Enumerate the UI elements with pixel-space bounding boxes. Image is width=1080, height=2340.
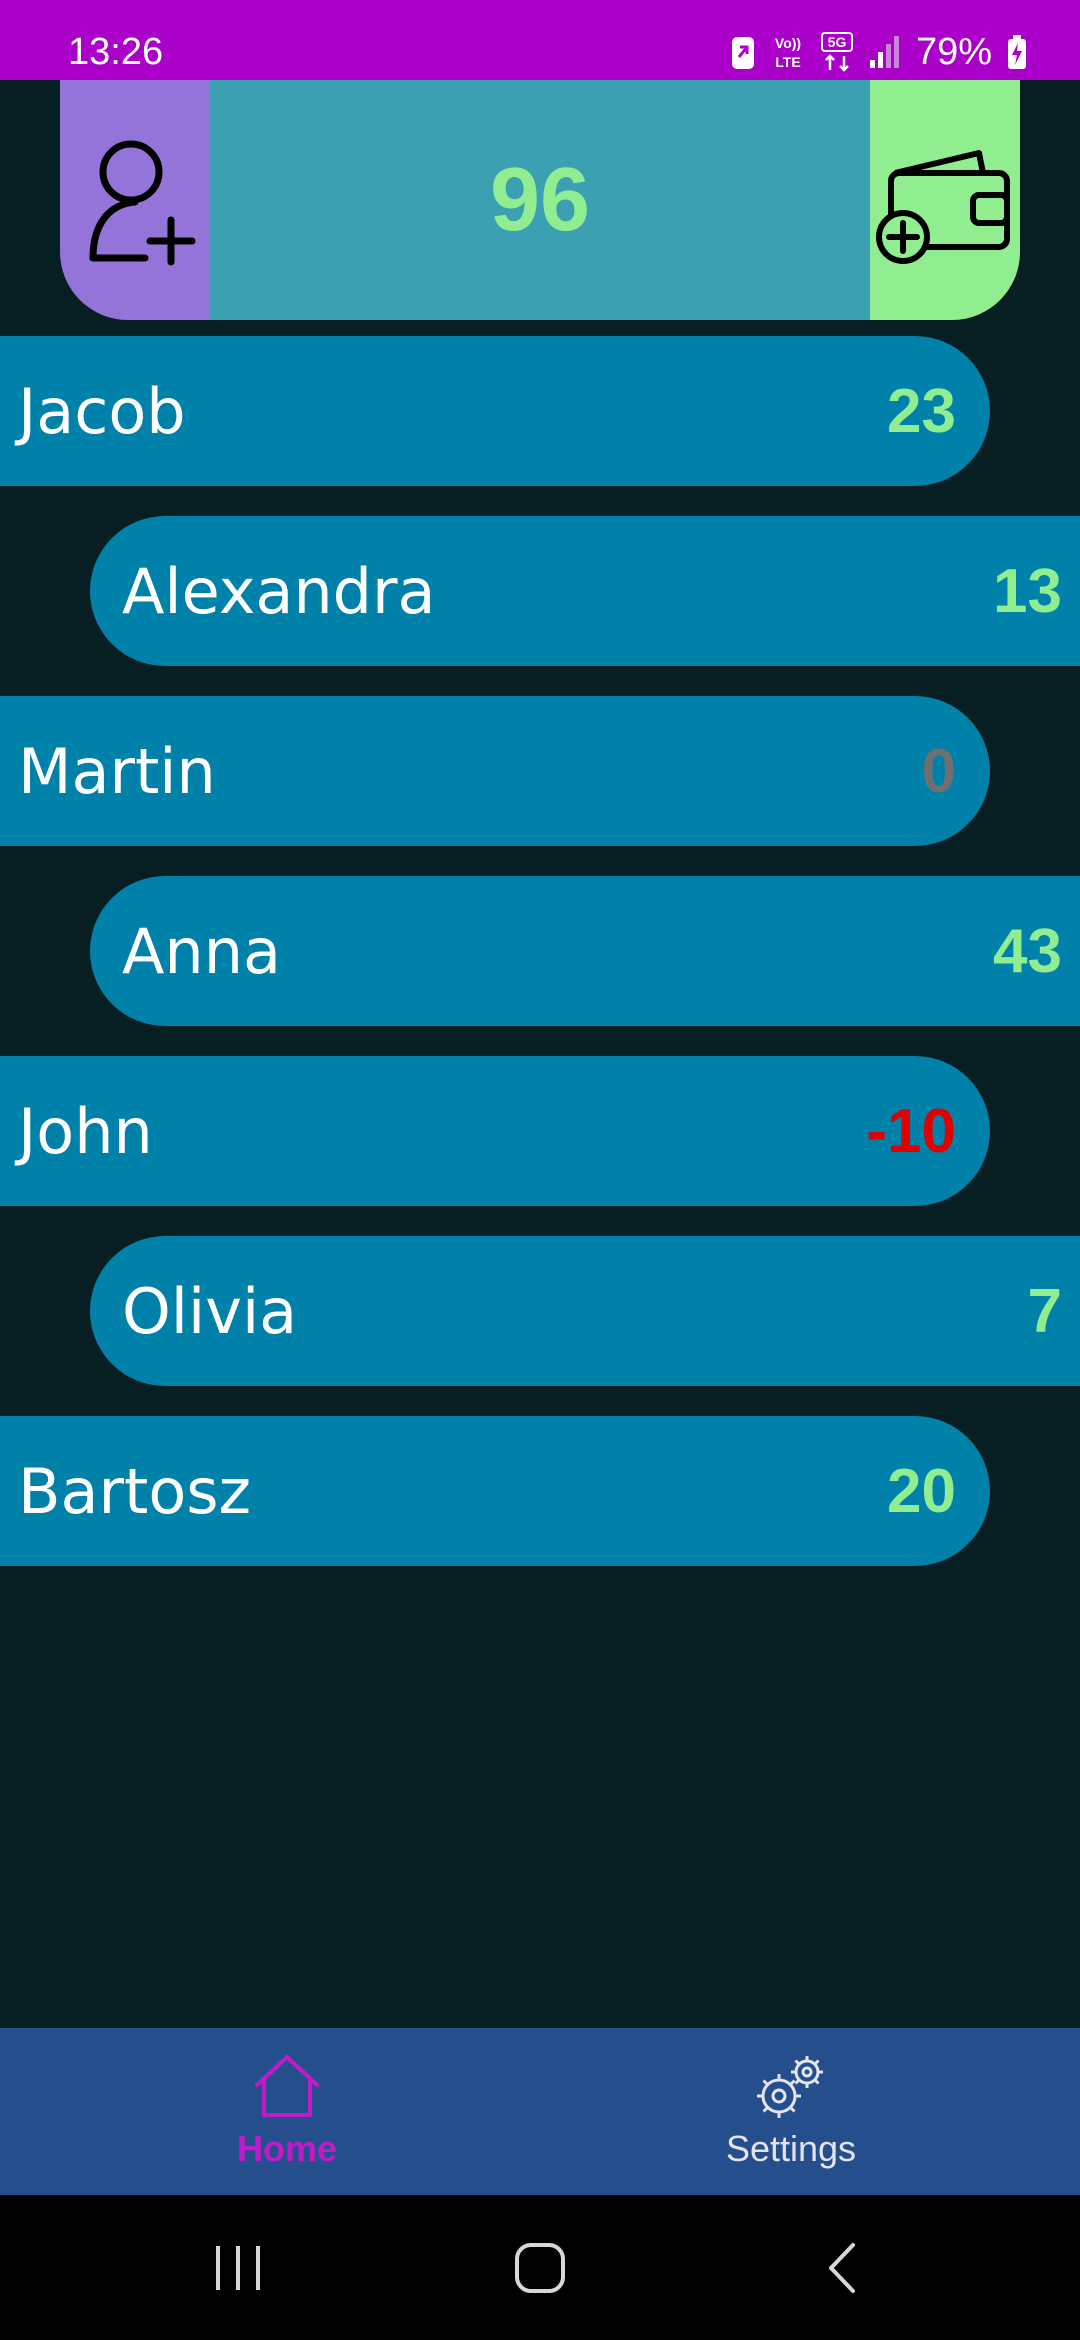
person-name: John — [18, 1094, 153, 1168]
person-balance: 20 — [887, 1456, 956, 1526]
svg-text:5G: 5G — [828, 34, 847, 50]
person-row-john[interactable]: John -10 — [0, 1056, 990, 1206]
person-balance: 0 — [921, 736, 956, 806]
person-row-anna[interactable]: Anna 43 — [90, 876, 1080, 1026]
back-button[interactable] — [783, 2195, 903, 2340]
battery-charging-icon — [1008, 35, 1026, 69]
home-button-icon — [515, 2242, 565, 2293]
data-saver-icon — [731, 37, 754, 69]
person-balance: -10 — [866, 1096, 956, 1166]
bottom-nav: Home Settings — [0, 2028, 1080, 2195]
nav-settings-tab[interactable]: Settings — [641, 2028, 941, 2195]
back-icon — [829, 2242, 855, 2293]
person-balance: 7 — [1027, 1276, 1062, 1346]
person-add-icon — [89, 140, 196, 266]
recents-icon — [216, 2245, 260, 2290]
person-balance: 23 — [887, 376, 956, 446]
person-name: Olivia — [122, 1274, 298, 1348]
svg-text:LTE: LTE — [775, 54, 800, 70]
system-nav-bar — [0, 2195, 1080, 2340]
person-row-olivia[interactable]: Olivia 7 — [90, 1236, 1080, 1386]
person-row-alexandra[interactable]: Alexandra 13 — [90, 516, 1080, 666]
person-name: Martin — [18, 734, 216, 808]
nav-settings-label: Settings — [725, 2128, 857, 2169]
battery-percent: 79% — [915, 31, 992, 73]
recents-button[interactable] — [178, 2195, 298, 2340]
add-user-button[interactable] — [60, 80, 210, 320]
person-name: Anna — [122, 914, 281, 988]
person-balance: 13 — [993, 556, 1062, 626]
system-home-button[interactable] — [480, 2195, 600, 2340]
person-name: Alexandra — [122, 554, 436, 628]
signal-icon — [869, 36, 899, 68]
status-bar: 13:26 Vo)) LTE 5G 79% — [0, 0, 1080, 80]
nav-home-label: Home — [236, 2128, 338, 2169]
status-time: 13:26 — [68, 31, 164, 73]
home-icon — [255, 2055, 319, 2117]
add-wallet-button[interactable] — [870, 80, 1020, 320]
total-balance: 96 — [489, 149, 591, 250]
person-name: Bartosz — [18, 1454, 252, 1528]
person-name: Jacob — [18, 374, 186, 448]
person-row-bartosz[interactable]: Bartosz 20 — [0, 1416, 990, 1566]
svg-text:Vo)): Vo)) — [775, 35, 801, 51]
gear-icon — [757, 2056, 823, 2118]
person-balance: 43 — [993, 916, 1062, 986]
person-row-jacob[interactable]: Jacob 23 — [0, 336, 990, 486]
person-row-martin[interactable]: Martin 0 — [0, 696, 990, 846]
total-balance-panel: 96 — [210, 80, 870, 320]
volte-icon: Vo)) LTE — [775, 35, 801, 70]
nav-home-tab[interactable]: Home — [137, 2028, 437, 2195]
wallet-add-icon — [876, 150, 1010, 264]
balance-header: 96 — [60, 80, 1020, 320]
5g-icon: 5G — [820, 32, 853, 72]
status-icons: Vo)) LTE 5G 79% — [730, 30, 1028, 74]
